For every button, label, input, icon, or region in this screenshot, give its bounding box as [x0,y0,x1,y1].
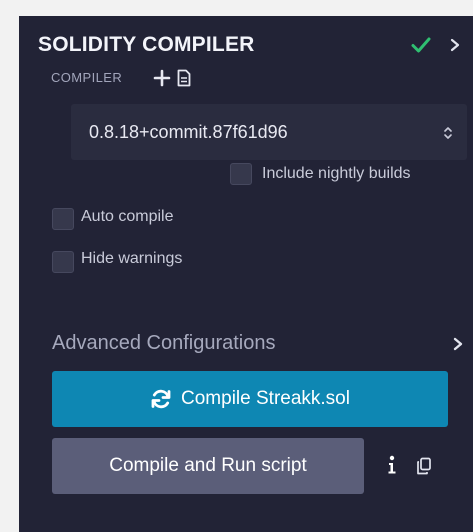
advanced-configurations-label[interactable]: Advanced Configurations [52,330,275,356]
plus-icon[interactable] [153,69,171,87]
compiler-label: COMPILER [51,70,123,85]
panel-title: SOLIDITY COMPILER [38,33,255,56]
hide-warnings-checkbox[interactable] [52,251,74,273]
include-nightly-label: Include nightly builds [262,165,411,182]
auto-compile-label: Auto compile [81,208,174,225]
compile-and-run-script-button[interactable]: Compile and Run script [52,438,364,494]
panel-header: SOLIDITY COMPILER [38,32,463,60]
compile-and-run-script-label: Compile and Run script [109,455,307,476]
check-icon [411,37,431,53]
auto-compile-checkbox[interactable] [52,208,74,230]
compiler-version-value: 0.8.18+commit.87f61d96 [89,122,288,142]
include-nightly-checkbox[interactable] [230,163,252,185]
chevron-right-icon[interactable] [448,37,462,53]
file-icon[interactable] [177,69,191,87]
refresh-icon [151,389,171,409]
copy-icon[interactable] [416,457,432,475]
info-icon[interactable] [386,455,398,475]
advanced-chevron-right-icon[interactable] [452,336,464,352]
compiler-label-row: COMPILER [51,69,191,87]
hide-warnings-label: Hide warnings [81,250,183,267]
select-arrows-icon [444,127,452,139]
compiler-version-select[interactable]: 0.8.18+commit.87f61d96 [71,104,467,160]
compile-button-label: Compile Streakk.sol [181,388,350,409]
compile-button[interactable]: Compile Streakk.sol [52,371,448,427]
